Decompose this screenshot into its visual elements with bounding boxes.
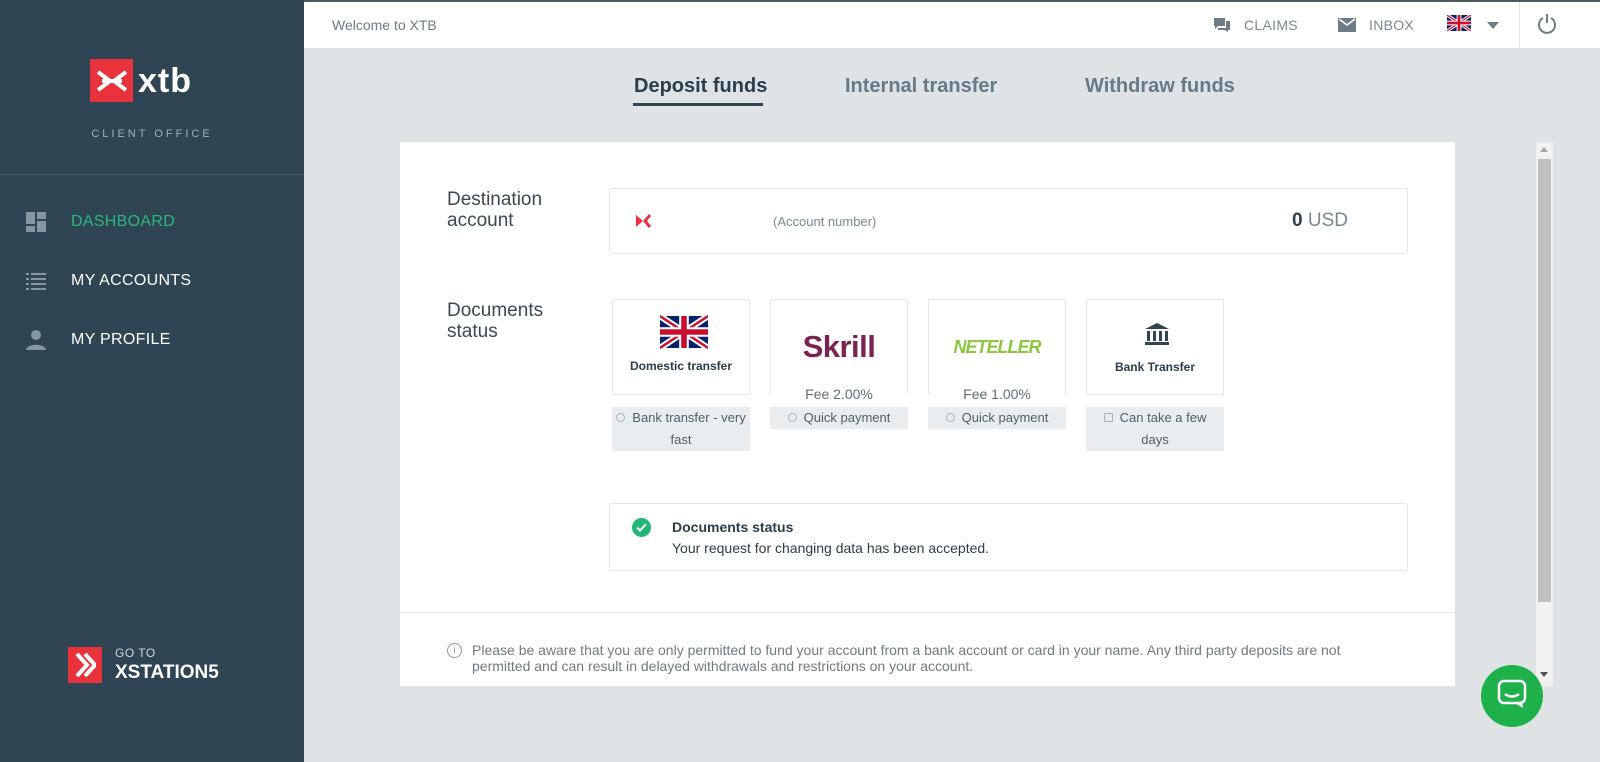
documents-status-box: Documents status Your request for changi…	[609, 503, 1408, 571]
xtb-logo[interactable]: xtb	[90, 59, 192, 102]
xstation-icon	[68, 647, 102, 683]
sidebar-item-dashboard[interactable]: DASHBOARD	[24, 207, 175, 237]
method-tile[interactable]: Domestic transfer	[612, 299, 750, 395]
goto-label: GO TO	[115, 646, 156, 660]
user-icon	[24, 328, 48, 352]
method-info: Quick payment	[928, 407, 1066, 429]
language-selector[interactable]	[1446, 13, 1499, 36]
client-office-label: CLIENT OFFICE	[91, 128, 213, 140]
method-tile[interactable]: NETELLER Fee 1.00%	[928, 299, 1066, 402]
sidebar-item-my-profile[interactable]: MY PROFILE	[24, 325, 171, 355]
envelope-icon	[1337, 15, 1357, 35]
dashboard-icon	[24, 210, 48, 234]
tab-deposit-funds[interactable]: Deposit funds	[634, 75, 767, 98]
sidebar-item-my-accounts[interactable]: MY ACCOUNTS	[24, 266, 191, 296]
payment-method-neteller[interactable]: NETELLER Fee 1.00% Quick payment	[928, 299, 1066, 429]
documents-status-label: Documents status	[447, 300, 544, 342]
brand-name: xtb	[138, 61, 192, 100]
info-icon: i	[447, 643, 462, 658]
uk-flag-icon	[1446, 13, 1472, 36]
deposit-card: Destination account (Account number) 0 U…	[400, 142, 1455, 686]
sidebar: xtb CLIENT OFFICE DASHBOARD MY ACCOUNTS …	[0, 0, 304, 762]
method-tile[interactable]: Bank Transfer	[1086, 299, 1224, 395]
payment-method-skrill[interactable]: Skrill Fee 2.00% Quick payment	[770, 299, 908, 429]
sidebar-item-label: DASHBOARD	[71, 213, 176, 230]
check-circle-icon	[632, 518, 651, 537]
scrollbar-thumb[interactable]	[1538, 159, 1551, 602]
chat-launcher-button[interactable]	[1481, 665, 1543, 727]
payment-method-bank-transfer[interactable]: Bank Transfer Can take a few days	[1086, 299, 1224, 451]
scroll-up-icon[interactable]	[1540, 147, 1548, 152]
top-bar: Welcome to XTB CLAIMS INBOX	[304, 0, 1600, 48]
third-party-notice: i Please be aware that you are only perm…	[447, 642, 1397, 674]
uk-flag-icon	[658, 312, 710, 357]
active-tab-underline	[633, 103, 763, 106]
clock-icon	[787, 413, 797, 422]
skrill-logo: Skrill	[802, 329, 876, 364]
method-info-text: Can take a few days	[1119, 410, 1207, 447]
tab-withdraw-funds[interactable]: Withdraw funds	[1085, 75, 1235, 98]
clock-icon	[616, 413, 626, 422]
scroll-down-icon[interactable]	[1540, 672, 1548, 677]
xstation-label: XSTATION5	[115, 662, 219, 683]
welcome-text: Welcome to XTB	[332, 17, 437, 33]
method-info-text: Quick payment	[961, 410, 1049, 425]
method-info: Quick payment	[770, 407, 908, 429]
calendar-icon	[1103, 413, 1113, 422]
tab-internal-transfer[interactable]: Internal transfer	[845, 75, 997, 98]
scrollbar[interactable]	[1536, 142, 1553, 686]
sidebar-item-label: MY PROFILE	[71, 331, 171, 348]
status-title: Documents status	[672, 519, 794, 535]
card-divider	[400, 612, 1455, 613]
topbar-divider	[1519, 2, 1520, 48]
balance-amount: 0	[1292, 210, 1303, 231]
claims-link[interactable]: CLAIMS	[1212, 15, 1298, 35]
inbox-link[interactable]: INBOX	[1337, 15, 1414, 35]
chat-icon	[1497, 679, 1527, 714]
claims-label: CLAIMS	[1244, 17, 1298, 33]
method-info: Bank transfer - very fast	[612, 407, 750, 451]
xtb-account-icon	[635, 213, 652, 234]
method-caption: Domestic transfer	[629, 359, 733, 373]
power-icon[interactable]	[1536, 13, 1560, 37]
chat-bubbles-icon	[1212, 15, 1232, 35]
list-icon	[24, 269, 48, 293]
chevron-down-icon	[1487, 17, 1499, 35]
method-tile[interactable]: Skrill Fee 2.00%	[770, 299, 908, 402]
method-info-text: Bank transfer - very fast	[632, 410, 746, 447]
goto-xstation5-link[interactable]: GO TO XSTATION5	[68, 646, 219, 684]
neteller-logo: NETELLER	[953, 337, 1041, 357]
payment-method-domestic-transfer[interactable]: Domestic transfer Bank transfer - very f…	[612, 299, 750, 451]
account-balance: 0 USD	[1292, 210, 1348, 232]
notice-text: Please be aware that you are only permit…	[472, 642, 1341, 674]
sidebar-item-label: MY ACCOUNTS	[71, 272, 192, 289]
inbox-label: INBOX	[1369, 17, 1415, 33]
account-number: (Account number)	[773, 214, 877, 229]
destination-account-label: Destination account	[447, 189, 543, 231]
method-info: Can take a few days	[1086, 407, 1224, 451]
destination-account-selector[interactable]: (Account number) 0 USD	[609, 188, 1408, 254]
method-fee: Fee 1.00%	[929, 386, 1065, 402]
method-caption: Bank Transfer	[1114, 360, 1196, 374]
bank-icon	[1144, 322, 1170, 351]
method-info-text: Quick payment	[803, 410, 891, 425]
status-text: Your request for changing data has been …	[672, 540, 990, 556]
clock-icon	[945, 413, 955, 422]
balance-currency: USD	[1307, 210, 1348, 231]
method-fee: Fee 2.00%	[771, 386, 907, 402]
xtb-logo-icon	[90, 59, 133, 102]
sidebar-divider	[0, 174, 304, 175]
